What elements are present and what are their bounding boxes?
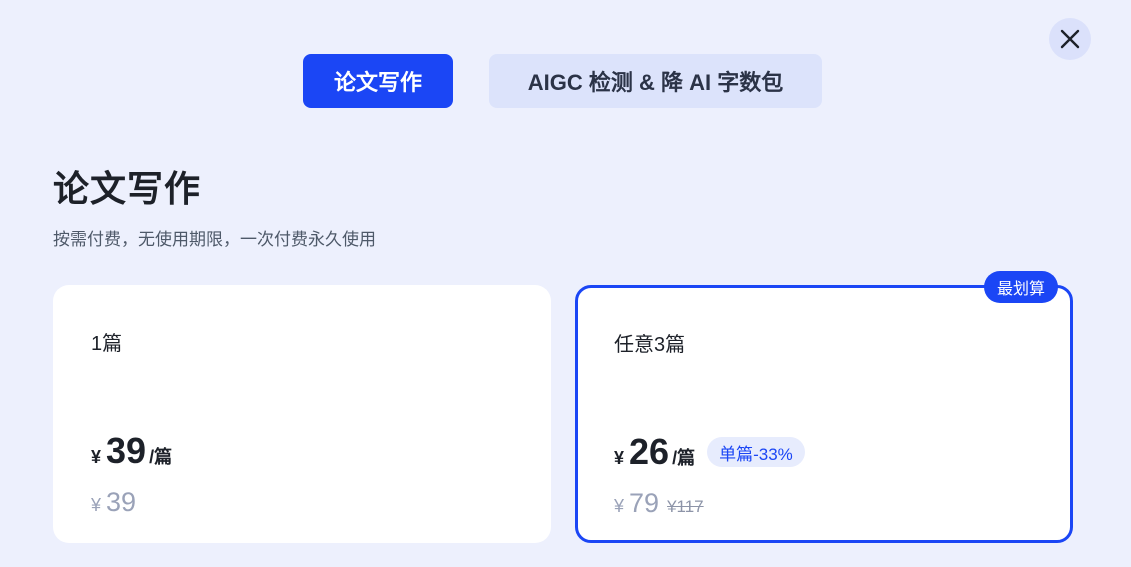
total-currency-symbol: ¥ (614, 496, 625, 516)
plan-card-single[interactable]: 1篇 ¥ 39 /篇 ¥ 39 (53, 285, 551, 543)
total-price: 79 (629, 488, 660, 518)
price-unit: /篇 (672, 448, 696, 468)
plan-card-three[interactable]: 任意3篇 ¥ 26 /篇 单篇-33% ¥ 79 ¥117 (575, 285, 1073, 543)
price-row: ¥ 26 /篇 单篇-33% (614, 431, 805, 473)
tab-aigc-detection-package[interactable]: AIGC 检测 & 降 AI 字数包 (489, 54, 822, 108)
total-row: ¥ 79 ¥117 (614, 488, 704, 519)
total-currency-symbol: ¥ (91, 495, 102, 515)
unit-price: 39 (106, 430, 147, 471)
price-unit: /篇 (149, 447, 173, 467)
section-title: 论文写作 (53, 168, 202, 209)
total-row: ¥ 39 (91, 487, 136, 518)
price-row: ¥ 39 /篇 (91, 430, 172, 472)
total-price: 39 (106, 487, 137, 517)
best-value-badge: 最划算 (984, 271, 1058, 303)
plan-label: 1篇 (91, 333, 123, 355)
currency-symbol: ¥ (614, 448, 625, 468)
original-price: ¥117 (667, 497, 704, 516)
discount-badge: 单篇-33% (707, 437, 805, 467)
currency-symbol: ¥ (91, 447, 102, 467)
plan-label: 任意3篇 (614, 334, 686, 356)
section-subtitle: 按需付费，无使用期限，一次付费永久使用 (53, 230, 376, 249)
pricing-modal: 论文写作 AIGC 检测 & 降 AI 字数包 论文写作 按需付费，无使用期限，… (0, 0, 1131, 567)
tab-bar: 论文写作 AIGC 检测 & 降 AI 字数包 (0, 54, 1131, 108)
close-icon (1060, 29, 1080, 49)
tab-thesis-writing[interactable]: 论文写作 (303, 54, 453, 108)
unit-price: 26 (629, 431, 670, 472)
